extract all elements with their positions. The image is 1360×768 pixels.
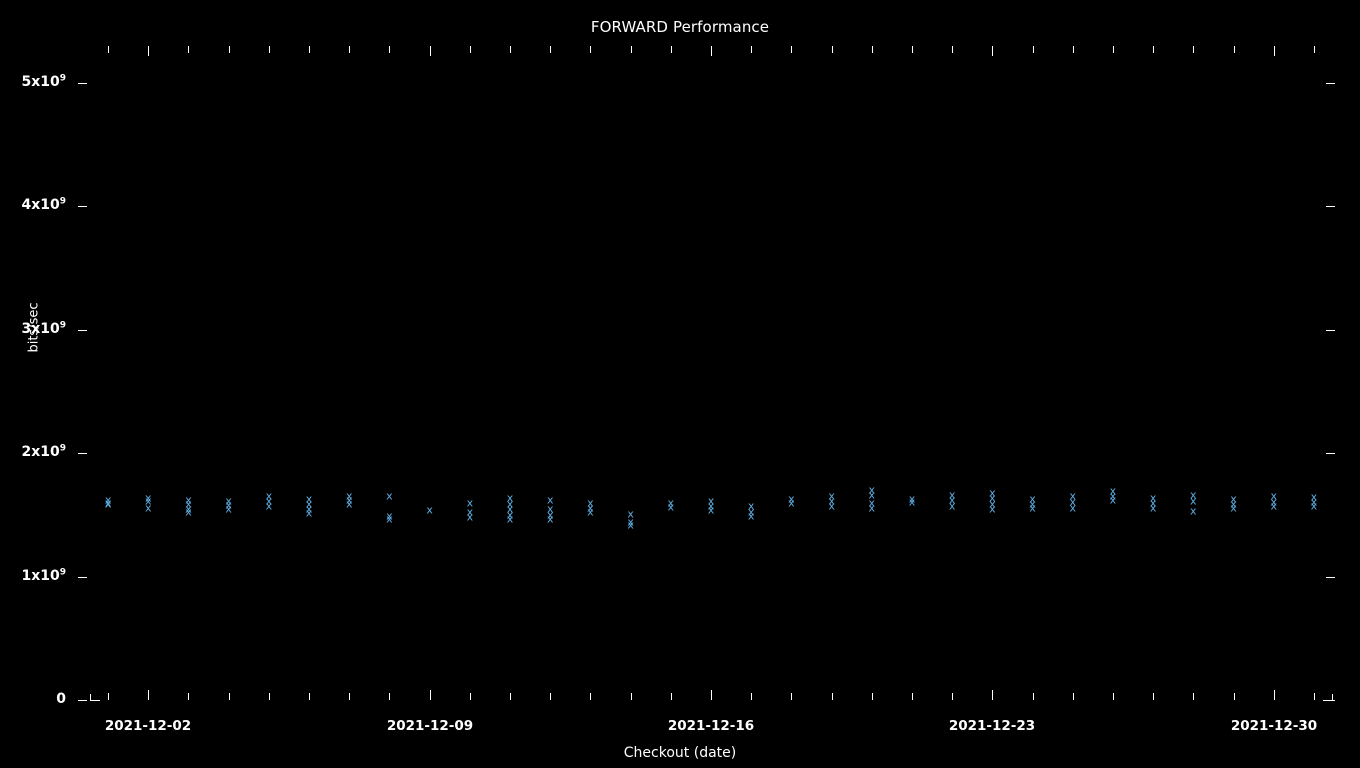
data-point-marker: x [345,497,353,511]
data-point-marker: x [265,489,273,503]
data-point-marker: x [185,493,192,507]
data-point-marker: x [828,499,835,513]
data-point-marker: x [506,491,514,505]
data-point-marker: x [506,512,514,526]
data-point-marker: x [386,509,393,523]
data-point-marker: x [788,492,795,506]
data-point-marker: x [587,501,594,514]
data-point-marker: x [506,502,514,516]
data-point-marker: x [989,486,996,500]
data-point-marker: x [1069,489,1076,503]
data-point-marker: x [747,509,755,523]
data-point-marker: x [948,488,956,502]
data-point-marker: x [868,496,876,510]
data-point-marker: x [788,496,795,510]
data-points-layer: xxxxxxxxxxxxxxxxxxxxxxxxxxxxxxxxxxxxxxxx… [0,0,1360,768]
data-point-marker: x [305,492,313,506]
data-point-marker: x [185,497,192,511]
data-point-marker: x [868,501,876,514]
data-point-marker: x [305,497,313,511]
data-point-marker: x [1149,496,1157,510]
data-point-marker: x [667,500,675,514]
data-point-marker: x [627,507,634,521]
data-point-marker: x [1270,499,1277,513]
data-point-marker: x [908,492,916,506]
data-point-marker: x [1109,493,1117,507]
data-point-marker: x [707,494,715,508]
data-point-marker: x [627,518,634,532]
data-point-marker: x [386,512,393,526]
data-point-marker: x [1270,489,1277,503]
data-point-marker: x [989,502,996,516]
data-point-marker: x [1069,495,1076,509]
data-point-marker: x [546,512,554,526]
data-point-marker: x [265,494,273,508]
data-point-marker: x [506,497,514,511]
data-point-marker: x [828,489,835,503]
data-point-marker: x [1310,495,1318,509]
data-point-marker: x [506,508,514,522]
data-point-marker: x [707,503,715,517]
data-point-marker: x [185,505,192,519]
data-point-marker: x [1190,504,1197,518]
data-point-marker: x [667,496,675,510]
data-point-marker: x [868,483,876,497]
data-point-marker: x [546,508,554,522]
data-point-marker: x [345,489,353,503]
data-point-marker: x [225,502,232,516]
data-point-marker: x [466,505,474,519]
data-point-marker: x [104,496,112,510]
data-point-marker: x [1109,484,1117,498]
data-point-marker: x [587,505,594,519]
data-point-marker: x [948,499,956,513]
data-point-marker: x [546,502,554,516]
data-point-marker: x [104,497,112,511]
data-point-marker: x [1149,501,1157,514]
data-point-marker: x [1149,491,1157,505]
data-point-marker: x [989,491,996,505]
data-point-marker: x [1190,494,1197,508]
chart-canvas: FORWARD Performance bits/sec Checkout (d… [0,0,1360,768]
data-point-marker: x [1230,497,1237,511]
data-point-marker: x [908,495,916,509]
data-point-marker: x [948,493,956,507]
data-point-marker: x [707,499,715,513]
data-point-marker: x [1029,492,1036,506]
data-point-marker: x [426,503,433,517]
data-point-marker: x [145,501,152,514]
data-point-marker: x [225,498,232,512]
data-point-marker: x [145,491,152,505]
data-point-marker: x [546,493,554,507]
data-point-marker: x [1230,492,1237,506]
data-point-marker: x [587,496,594,510]
data-point-marker: x [1029,497,1036,511]
data-point-marker: x [1310,499,1318,513]
data-point-marker: x [104,493,112,507]
data-point-marker: x [1109,489,1117,503]
data-point-marker: x [466,496,474,510]
data-point-marker: x [225,494,232,508]
data-point-marker: x [1270,495,1277,509]
data-point-marker: x [1029,501,1036,515]
data-point-marker: x [145,494,152,508]
data-point-marker: x [989,497,996,511]
data-point-marker: x [747,499,755,513]
data-point-marker: x [828,494,835,508]
data-point-marker: x [747,505,755,519]
data-point-marker: x [265,499,273,513]
data-point-marker: x [305,506,313,520]
data-point-marker: x [868,488,876,502]
data-point-marker: x [627,515,634,529]
data-point-marker: x [1310,490,1318,504]
data-point-marker: x [345,493,353,507]
data-point-marker: x [386,489,393,503]
data-point-marker: x [185,502,192,516]
data-point-marker: x [1230,501,1237,514]
data-point-marker: x [466,510,474,524]
data-point-marker: x [305,502,313,516]
data-point-marker: x [1190,488,1197,502]
data-point-marker: x [1069,501,1076,514]
